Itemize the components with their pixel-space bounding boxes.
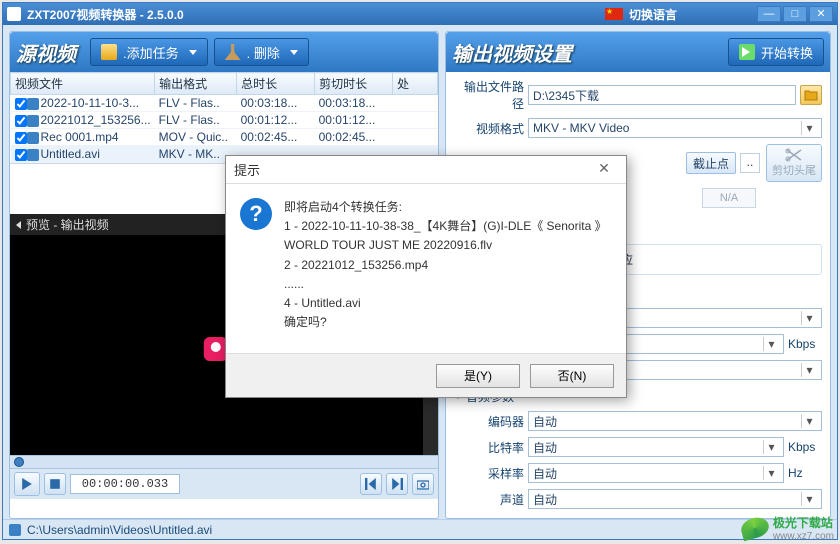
video-icon [27, 98, 39, 110]
cut-end-button[interactable]: 截止点 [686, 152, 736, 174]
dialog-title: 提示 [234, 160, 260, 179]
out-path-input[interactable] [528, 85, 796, 105]
swirl-icon [739, 515, 771, 542]
table-row[interactable]: Rec 0001.mp4 MOV - Quic.. 00:02:45... 00… [11, 129, 438, 146]
format-label: 视频格式 [454, 120, 524, 137]
table-row[interactable]: 20221012_153256... FLV - Flas.. 00:01:12… [11, 112, 438, 129]
na-display: N/A [702, 188, 756, 208]
confirm-dialog: 提示 ✕ ? 即将启动4个转换任务: 1 - 2022-10-11-10-38-… [225, 155, 627, 398]
more-button[interactable]: .. [740, 153, 760, 173]
switch-language-button[interactable]: 切换语言 [629, 6, 677, 23]
yes-button[interactable]: 是(Y) [436, 364, 520, 388]
stop-button[interactable] [44, 473, 66, 495]
status-path: C:\Users\admin\Videos\Untitled.avi [27, 523, 212, 537]
no-button[interactable]: 否(N) [530, 364, 614, 388]
source-title: 源视频 [16, 38, 76, 67]
audio-channel-select[interactable]: 自动▾ [528, 489, 822, 509]
audio-encoder-select[interactable]: 自动▾ [528, 411, 822, 431]
add-task-button[interactable]: .添加任务 [90, 38, 208, 66]
row-checkbox[interactable] [15, 115, 27, 127]
app-icon [7, 7, 21, 21]
video-icon [27, 132, 39, 144]
broom-icon [225, 44, 241, 60]
status-bar: C:\Users\admin\Videos\Untitled.avi [3, 519, 837, 539]
dialog-message: 即将启动4个转换任务: 1 - 2022-10-11-10-38-38_【4K舞… [284, 198, 612, 353]
trim-button[interactable]: 剪切头尾 [766, 144, 822, 182]
delete-button[interactable]: . 删除 [214, 38, 309, 66]
out-path-label: 输出文件路径 [454, 78, 524, 112]
status-icon [9, 524, 21, 536]
time-display: 00:00:00.033 [70, 474, 180, 494]
video-icon [27, 149, 39, 161]
playback-controls: 00:00:00.033 [10, 469, 438, 499]
row-checkbox[interactable] [15, 98, 27, 110]
play-button[interactable] [14, 472, 40, 496]
start-convert-button[interactable]: 开始转换 [728, 38, 824, 66]
prev-frame-button[interactable] [360, 473, 382, 495]
next-frame-button[interactable] [386, 473, 408, 495]
col-proc[interactable]: 处 [393, 73, 438, 95]
convert-icon [739, 44, 755, 60]
titlebar: ZXT2007视频转换器 - 2.5.0.0 切换语言 — □ ✕ [3, 3, 837, 25]
seek-bar[interactable] [10, 455, 438, 469]
row-checkbox[interactable] [15, 132, 27, 144]
minimize-button[interactable]: — [757, 6, 781, 22]
col-file[interactable]: 视频文件 [11, 73, 155, 95]
collapse-icon [16, 221, 21, 229]
browse-folder-button[interactable] [800, 85, 822, 105]
col-total[interactable]: 总时长 [237, 73, 315, 95]
close-button[interactable]: ✕ [809, 6, 833, 22]
dialog-close-button[interactable]: ✕ [590, 160, 618, 180]
folder-icon [101, 44, 117, 60]
audio-bitrate-select[interactable]: 自动▾ [528, 437, 784, 457]
flag-icon [605, 8, 623, 20]
screenshot-button[interactable] [412, 473, 434, 495]
seek-handle[interactable] [14, 457, 24, 467]
maximize-button[interactable]: □ [783, 6, 807, 22]
watermark: 极光下载站 www.xz7.com [741, 514, 834, 542]
question-icon: ? [240, 198, 272, 230]
col-cut[interactable]: 剪切时长 [315, 73, 393, 95]
file-table: 视频文件 输出格式 总时长 剪切时长 处 2022-10-11-10-3... … [10, 72, 438, 164]
video-icon [27, 115, 39, 127]
chevron-down-icon [189, 50, 197, 55]
row-checkbox[interactable] [15, 149, 27, 161]
table-row[interactable]: 2022-10-11-10-3... FLV - Flas.. 00:03:18… [11, 95, 438, 112]
output-title: 输出视频设置 [452, 38, 572, 67]
audio-samplerate-select[interactable]: 自动▾ [528, 463, 784, 483]
window-title: ZXT2007视频转换器 - 2.5.0.0 [27, 6, 184, 23]
chevron-down-icon [290, 50, 298, 55]
col-format[interactable]: 输出格式 [155, 73, 237, 95]
dialog-titlebar: 提示 ✕ [226, 156, 626, 184]
format-select[interactable]: MKV - MKV Video▾ [528, 118, 822, 138]
